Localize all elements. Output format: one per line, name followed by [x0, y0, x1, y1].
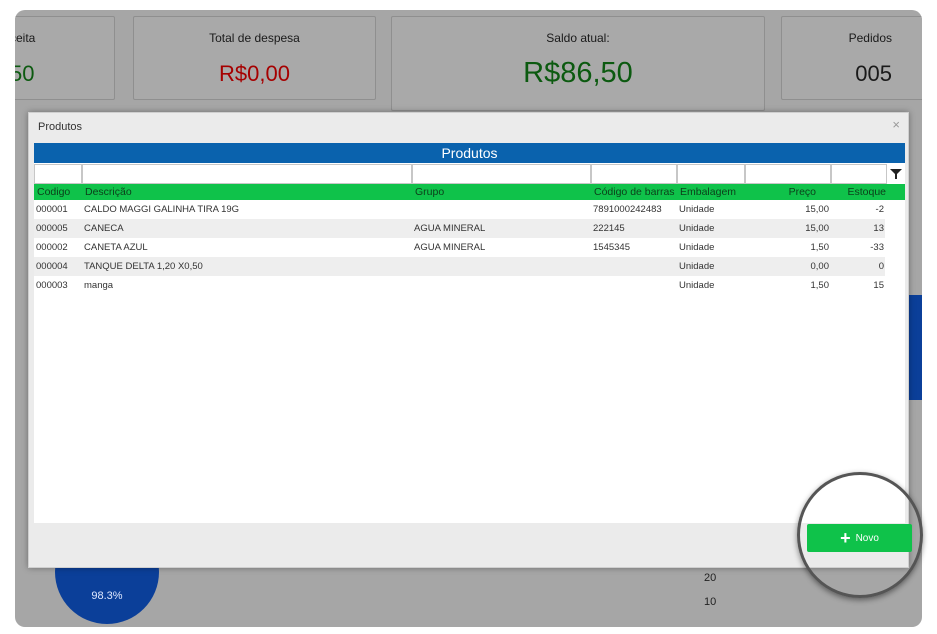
- cell-estoque: 0: [878, 261, 884, 272]
- table-row[interactable]: 000003 manga Unidade 1,50 15: [34, 276, 885, 295]
- cell-descricao: CANECA: [84, 223, 124, 234]
- col-estoque[interactable]: Estoque: [829, 184, 886, 200]
- filter-grupo[interactable]: [412, 164, 591, 184]
- grid-title: Produtos: [34, 143, 905, 163]
- cell-codigo: 000004: [36, 261, 68, 272]
- close-icon[interactable]: ×: [892, 117, 900, 132]
- table-row[interactable]: 000001 CALDO MAGGI GALINHA TIRA 19G 7891…: [34, 200, 885, 219]
- cell-descricao: TANQUE DELTA 1,20 X0,50: [84, 261, 203, 272]
- receita-card: ceita 50: [15, 16, 115, 100]
- cell-descricao: manga: [84, 280, 114, 291]
- filter-embalagem[interactable]: [677, 164, 745, 184]
- cell-embalagem: Unidade: [679, 242, 715, 253]
- receita-value: 50: [15, 61, 35, 86]
- cell-estoque: -2: [875, 204, 884, 215]
- col-descricao[interactable]: Descrição: [85, 184, 405, 200]
- receita-label: ceita: [15, 31, 36, 45]
- pedidos-card: Pedidos 005: [781, 16, 922, 100]
- despesa-card: Total de despesa R$0,00: [133, 16, 376, 100]
- pedidos-value: 005: [855, 61, 892, 86]
- filter-descricao[interactable]: [82, 164, 412, 184]
- cell-preco: 15,00: [805, 223, 829, 234]
- axis-tick-20: 20: [704, 572, 717, 584]
- cell-codigo: 000003: [36, 280, 68, 291]
- table-row[interactable]: 000005 CANECA AGUA MINERAL 222145 Unidad…: [34, 219, 885, 238]
- produtos-modal: Produtos × Produtos Codigo Descrição Gru…: [28, 112, 909, 568]
- cell-estoque: -33: [870, 242, 884, 253]
- saldo-card: Saldo atual: R$86,50: [391, 16, 765, 111]
- filter-estoque[interactable]: [831, 164, 887, 184]
- rows-container: 000001 CALDO MAGGI GALINHA TIRA 19G 7891…: [34, 200, 885, 295]
- plus-icon: +: [840, 528, 851, 548]
- despesa-value: R$0,00: [219, 61, 290, 86]
- cell-grupo: AGUA MINERAL: [414, 223, 486, 234]
- cell-embalagem: Unidade: [679, 261, 715, 272]
- cell-codigo-barras: 7891000242483: [593, 204, 662, 215]
- cell-codigo-barras: 222145: [593, 223, 625, 234]
- saldo-value: R$86,50: [523, 57, 633, 89]
- cell-codigo-barras: 1545345: [593, 242, 630, 253]
- cell-codigo: 000001: [36, 204, 68, 215]
- despesa-label: Total de despesa: [209, 31, 300, 45]
- cell-preco: 15,00: [805, 204, 829, 215]
- cell-descricao: CALDO MAGGI GALINHA TIRA 19G: [84, 204, 240, 215]
- axis-tick-10: 10: [704, 596, 717, 608]
- filter-row: [34, 164, 905, 184]
- pedidos-label: Pedidos: [848, 31, 892, 45]
- cell-codigo: 000002: [36, 242, 68, 253]
- filter-codigo[interactable]: [34, 164, 82, 184]
- col-codigo-barras[interactable]: Código de barras: [594, 184, 678, 200]
- col-grupo[interactable]: Grupo: [415, 184, 585, 200]
- novo-label: Novo: [855, 532, 879, 544]
- col-codigo[interactable]: Codigo: [37, 184, 81, 200]
- cell-embalagem: Unidade: [679, 280, 715, 291]
- col-preco[interactable]: Preço: [748, 184, 816, 200]
- cell-grupo: AGUA MINERAL: [414, 242, 486, 253]
- filter-icon[interactable]: [887, 164, 905, 184]
- col-embalagem[interactable]: Embalagem: [680, 184, 744, 200]
- modal-title: Produtos: [38, 121, 83, 133]
- cell-codigo: 000005: [36, 223, 68, 234]
- table-row[interactable]: 000002 CANETA AZUL AGUA MINERAL 1545345 …: [34, 238, 885, 257]
- cell-preco: 0,00: [810, 261, 830, 272]
- table-row[interactable]: 000004 TANQUE DELTA 1,20 X0,50 Unidade 0…: [34, 257, 885, 276]
- cell-estoque: 13: [873, 223, 884, 234]
- column-header-row: Codigo Descrição Grupo Código de barras …: [34, 184, 905, 200]
- cell-embalagem: Unidade: [679, 223, 715, 234]
- pie-percent-label: 98.3%: [91, 590, 123, 602]
- cell-descricao: CANETA AZUL: [84, 242, 148, 253]
- cell-preco: 1,50: [810, 242, 830, 253]
- cell-preco: 1,50: [810, 280, 830, 291]
- filter-preco[interactable]: [745, 164, 831, 184]
- saldo-label: Saldo atual:: [546, 31, 610, 45]
- products-grid: Produtos Codigo Descrição Grupo Código d…: [34, 143, 905, 523]
- filter-codigo-barras[interactable]: [591, 164, 677, 184]
- novo-button[interactable]: + Novo: [807, 524, 912, 552]
- cell-embalagem: Unidade: [679, 204, 715, 215]
- cell-estoque: 15: [873, 280, 884, 291]
